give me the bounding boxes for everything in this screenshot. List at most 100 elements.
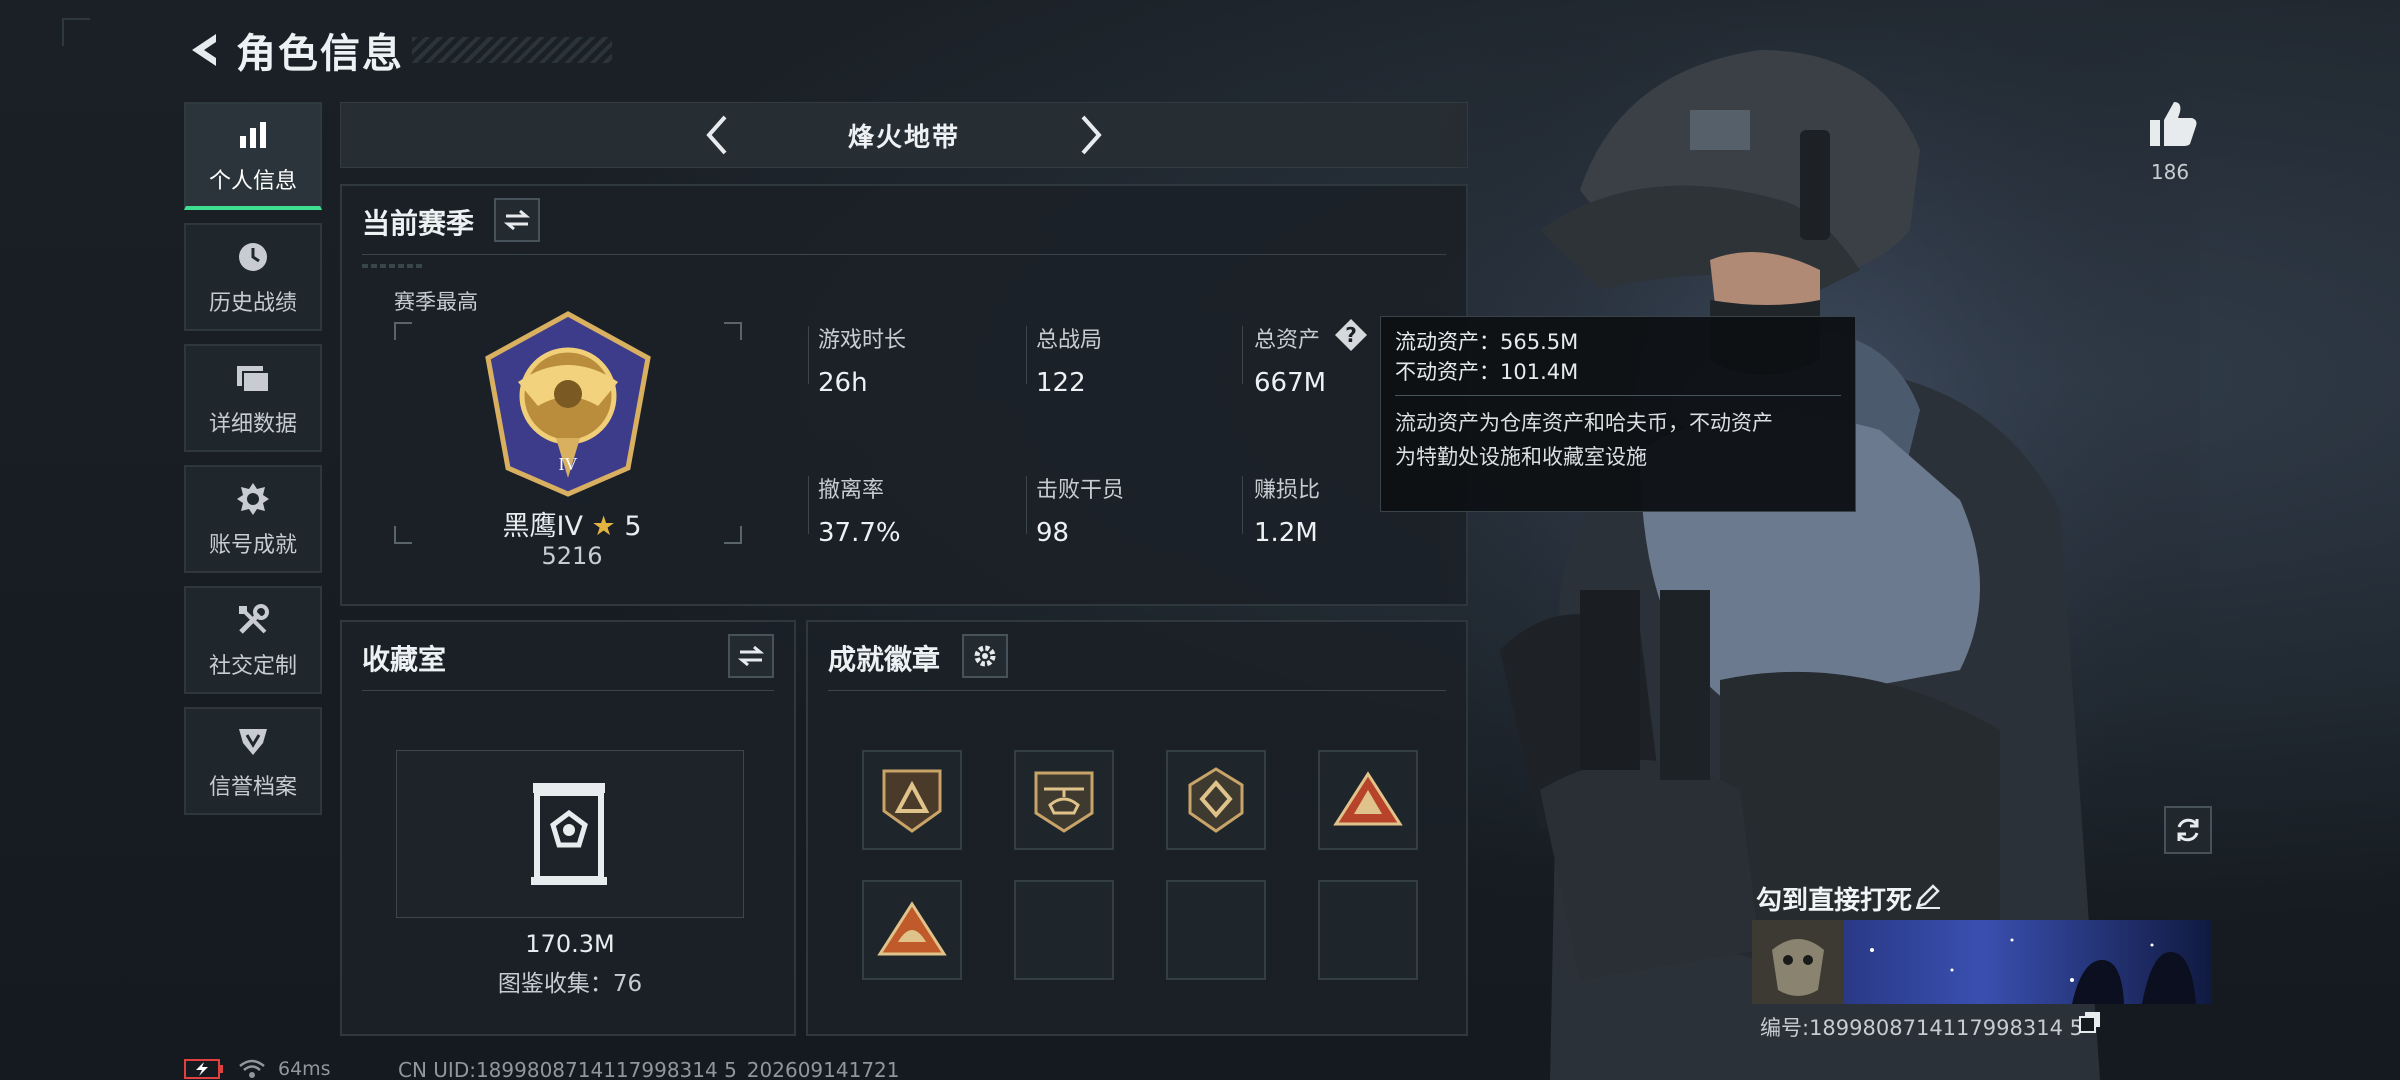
svg-text:IV: IV [559,454,578,474]
shield-icon [233,721,273,761]
collection-value: 170.3M [525,930,615,958]
sidebar-item-detail-data[interactable]: 详细数据 [184,344,322,452]
season-title: 当前赛季 [362,207,475,240]
refresh-button[interactable] [2164,806,2212,854]
divider [808,326,809,384]
stat-value: 37.7% [818,518,901,548]
rank-points: 5216 [541,542,603,570]
sidebar-item-label: 账号成就 [208,533,297,558]
tools-icon [233,600,273,640]
rank-name: 黑鹰IV [502,511,583,542]
stat-profit-loss: 赚损比 1.2M [1254,472,1320,548]
divider [808,476,809,534]
stat-label: 总战局 [1036,328,1103,353]
sidebar-item-personal-info[interactable]: 个人信息 [184,102,322,210]
divider [1242,326,1243,384]
copy-icon[interactable] [2078,1010,2102,1034]
sidebar-item-label: 个人信息 [208,169,297,194]
triangle-badge-icon [882,769,942,833]
sidebar-item-label: 信誉档案 [208,775,297,800]
stat-play-time: 游戏时长 26h [818,322,906,398]
decoration [362,264,422,268]
badge-slot-empty[interactable] [1166,880,1266,980]
stat-operators-defeated: 击败干员 98 [1036,472,1124,548]
tooltip-desc-line1: 流动资产为仓库资产和哈夫币，不动资产 [1395,411,1773,435]
sidebar-item-social[interactable]: 社交定制 [184,586,322,694]
collection-title: 收藏室 [362,643,447,676]
diamond-badge-icon [1188,767,1244,833]
tooltip-liquid-assets: 流动资产：565.5M [1395,330,1579,354]
stat-value: 1.2M [1254,518,1318,548]
back-arrow-icon [192,34,216,66]
chevron-left-icon [706,115,727,155]
like-count: 186 [2150,160,2190,184]
season-switch-button[interactable] [494,198,540,242]
sidebar-item-credit[interactable]: 信誉档案 [184,707,322,815]
mode-selector: 烽火地带 [340,102,1468,168]
achievement-icon [233,479,273,519]
badge-slot-empty[interactable] [1014,880,1114,980]
sidebar-item-label: 详细数据 [208,412,297,437]
stat-total-assets: 总资产 667M [1254,322,1326,398]
divider [362,254,1446,255]
stat-label: 击败干员 [1036,478,1125,503]
badge-slot[interactable] [1318,750,1418,850]
clock-icon [233,237,273,277]
badge-slot-empty[interactable] [1318,880,1418,980]
swap-icon [738,645,764,667]
mode-prev-button[interactable] [693,111,741,159]
sidebar-item-label: 社交定制 [208,654,297,679]
stat-total-matches: 总战局 122 [1036,322,1102,398]
bar-chart-icon [233,115,273,155]
stat-value: 98 [1036,518,1070,548]
back-button[interactable] [184,28,224,72]
page-header: 角色信息 [184,22,612,78]
mode-next-button[interactable] [1067,111,1115,159]
tooltip-fixed-assets: 不动资产：101.4M [1395,360,1579,384]
help-icon[interactable]: ? [1334,318,1368,352]
star-icon: ★ [591,511,616,542]
rank-stars: 5 [624,511,642,542]
chevron-right-icon [1081,115,1102,155]
refresh-icon [2177,818,2199,842]
badge-slot[interactable] [1166,750,1266,850]
sidebar-item-label: 历史战绩 [208,291,297,316]
badge-slot[interactable] [1014,750,1114,850]
helmet-badge-icon [877,901,947,956]
collection-count: 图鉴收集：76 [497,971,643,997]
stat-label: 撤离率 [818,478,885,503]
rank-name-row: 黑鹰IV ★ 5 [342,504,802,543]
account-uid: CN UID:1899808714117998314 5_20260914172… [398,1058,900,1080]
page-title: 角色信息 [236,31,404,77]
stat-value: 26h [818,368,868,398]
badge-slot[interactable] [862,880,962,980]
tooltip-desc-line2: 为特勤处设施和收藏室设施 [1395,445,1647,469]
stat-extract-rate: 撤离率 37.7% [818,472,901,548]
badge-slot[interactable] [862,750,962,850]
badge-settings-button[interactable] [962,634,1008,678]
collection-panel: 收藏室 170.3M 图鉴收集：76 [340,620,796,1036]
sidebar-item-achievements[interactable]: 账号成就 [184,465,322,573]
collection-preview[interactable] [396,750,744,918]
thumbs-up-icon[interactable] [2144,96,2200,152]
divider [362,690,774,691]
season-best-label: 赛季最高 [394,290,478,314]
edit-icon[interactable] [1914,882,1942,910]
battery-charging-icon [184,1059,223,1079]
divider [1242,476,1243,534]
badge-panel: 成就徽章 [806,620,1468,1036]
stat-label: 游戏时长 [818,328,907,353]
rank-emblem-icon: IV [485,311,651,497]
status-bar: 64ms [184,1058,331,1080]
sidebar-item-history[interactable]: 历史战绩 [184,223,322,331]
title-decoration [412,37,612,63]
badge-title: 成就徽章 [828,643,941,676]
divider [1395,395,1841,396]
collection-switch-button[interactable] [728,634,774,678]
wifi-icon [239,1059,265,1078]
swap-icon [504,209,530,231]
player-name-card[interactable] [1752,920,2212,1004]
divider [828,690,1446,691]
divider [1026,476,1027,534]
ping-value: 64ms [278,1058,331,1080]
